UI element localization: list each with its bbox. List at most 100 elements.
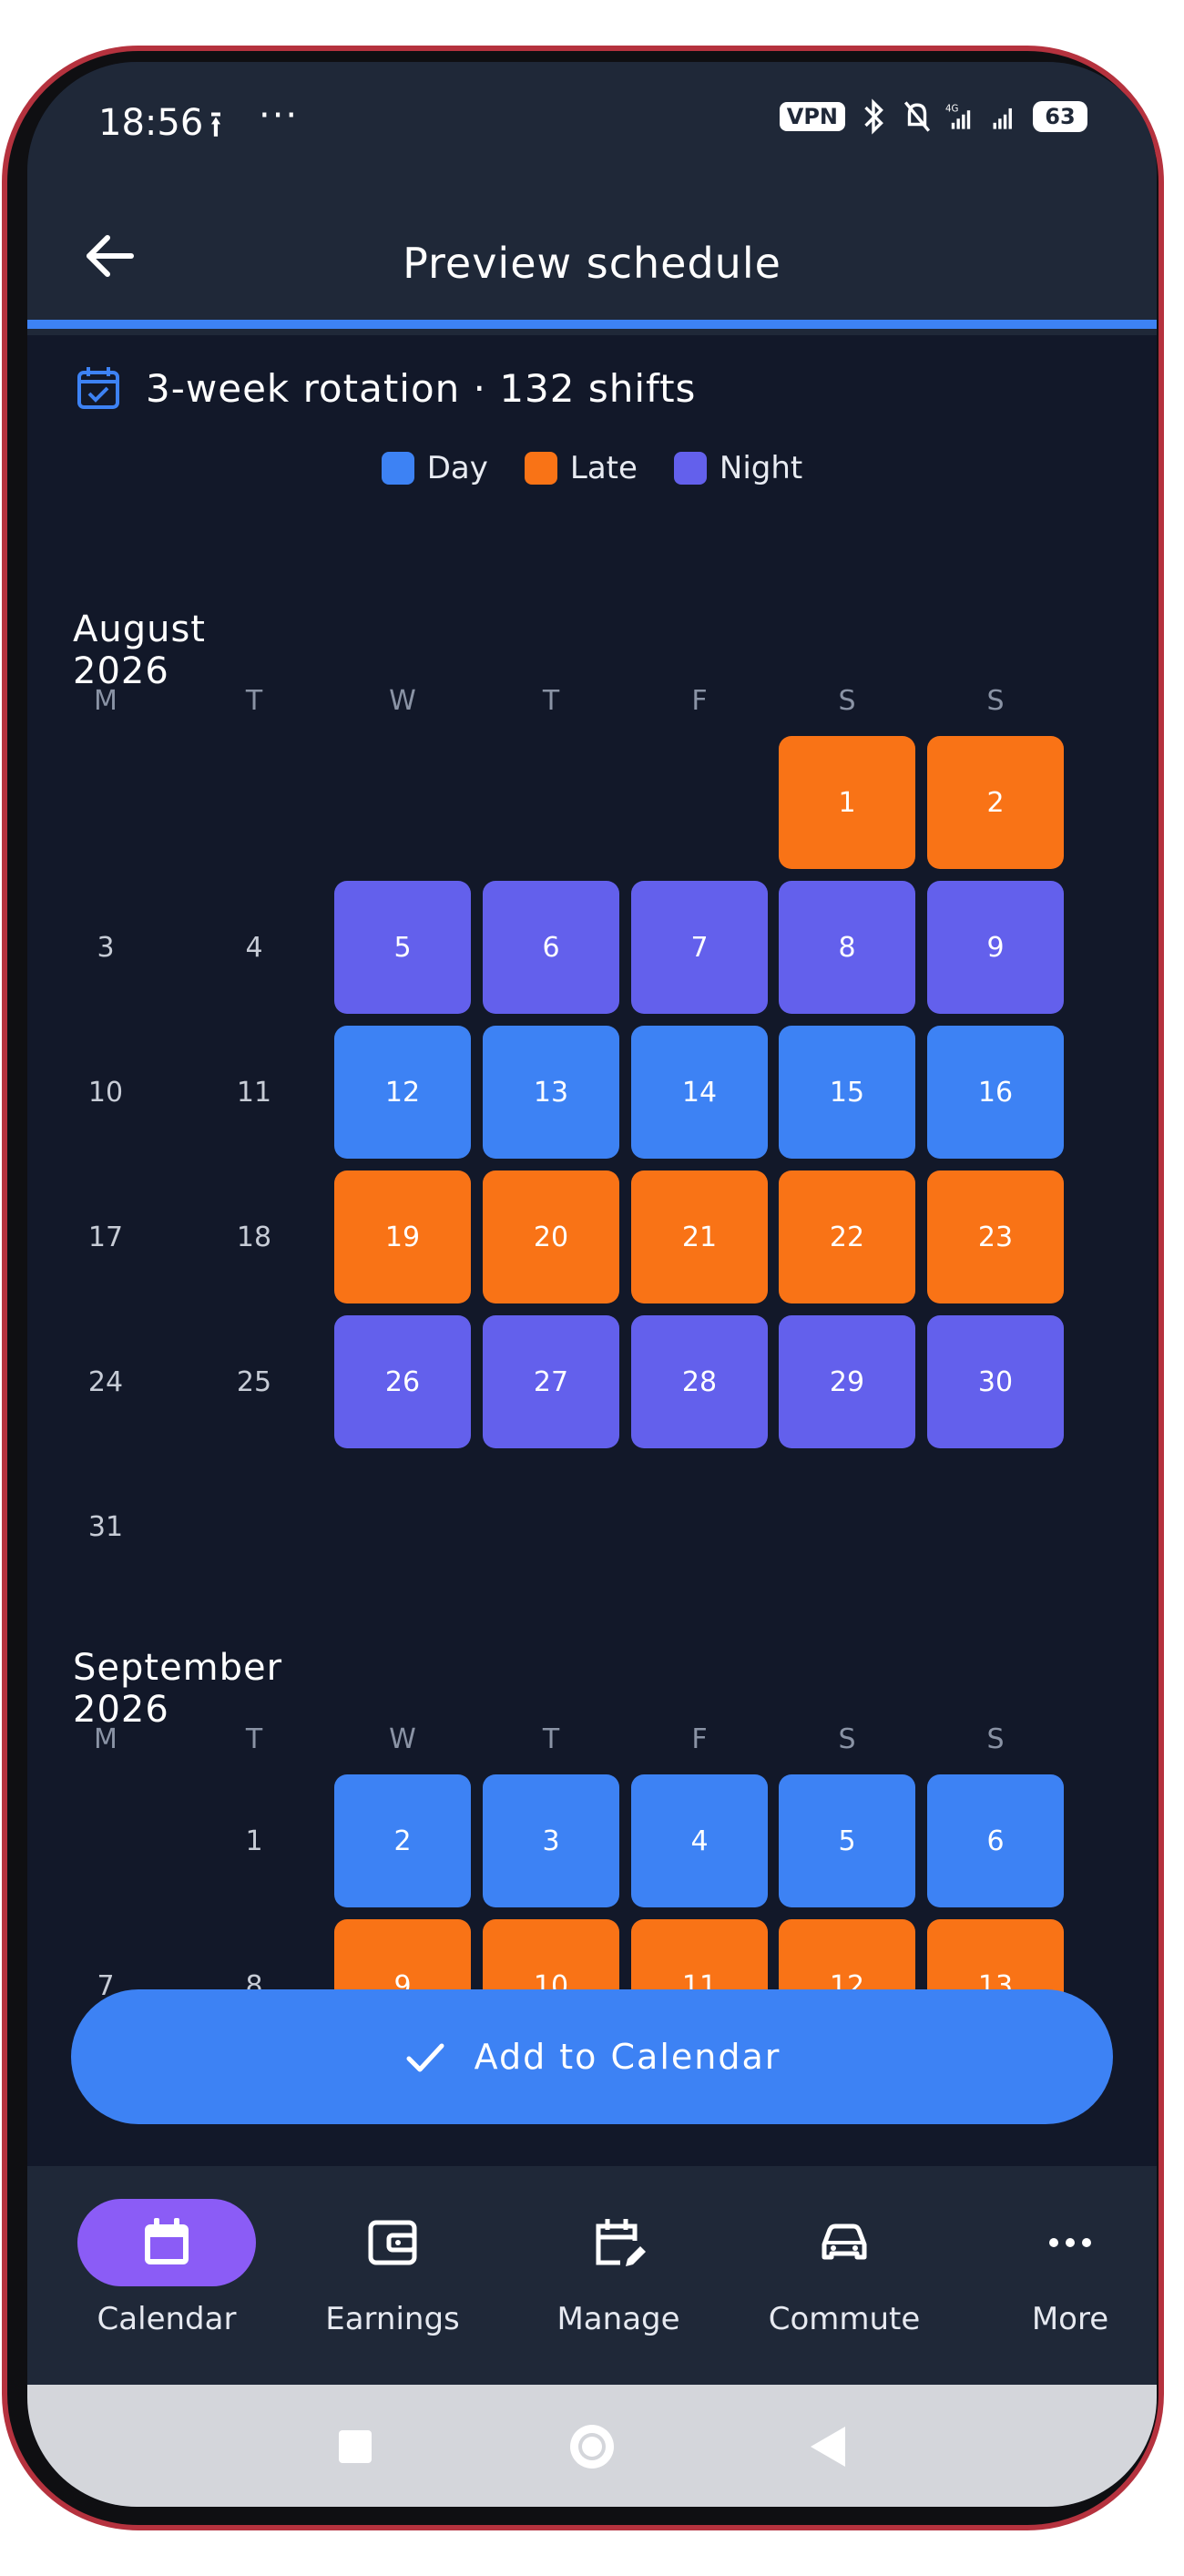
day-cell-night[interactable]: 9 bbox=[927, 881, 1064, 1014]
nav-icon-wrap bbox=[529, 2199, 708, 2286]
legend-swatch-day bbox=[381, 452, 414, 485]
legend-swatch-late bbox=[524, 452, 557, 485]
nav-icon-wrap bbox=[303, 2199, 482, 2286]
upload-icon: ⭱ bbox=[209, 104, 222, 146]
add-to-calendar-button[interactable]: Add to Calendar bbox=[71, 1989, 1113, 2124]
day-cell-night[interactable]: 8 bbox=[779, 881, 915, 1014]
network-type: 4G bbox=[945, 104, 958, 114]
weekday-header: M bbox=[94, 685, 117, 717]
day-cell-day[interactable]: 2 bbox=[334, 1774, 471, 1907]
day-cell-late[interactable]: 22 bbox=[779, 1170, 915, 1303]
day-cell-late[interactable]: 21 bbox=[631, 1170, 768, 1303]
phone-screen: 18:56 ⭱ ··· VPN 4G 6 3 Preview schedule 3… bbox=[27, 62, 1157, 2507]
day-cell-day[interactable]: 16 bbox=[927, 1026, 1064, 1159]
day-cell-late[interactable]: 20 bbox=[483, 1170, 619, 1303]
page-title: Preview schedule bbox=[403, 239, 781, 288]
day-cell-night[interactable]: 29 bbox=[779, 1315, 915, 1448]
day-cell-late[interactable]: 9 bbox=[334, 1919, 471, 1998]
day-cell-day[interactable]: 13 bbox=[483, 1026, 619, 1159]
check-icon bbox=[406, 2043, 444, 2072]
day-cell-night[interactable]: 28 bbox=[631, 1315, 768, 1448]
month-title: August 2026 bbox=[73, 608, 206, 692]
day-cell-day[interactable]: 5 bbox=[779, 1774, 915, 1907]
weekday-header: F bbox=[691, 1723, 708, 1755]
day-cell-late[interactable]: 11 bbox=[631, 1919, 768, 1998]
nav-icon-wrap bbox=[981, 2199, 1157, 2286]
nav-label-more: More bbox=[1031, 2301, 1109, 2337]
rotation-summary-text: 3-week rotation · 132 shifts bbox=[146, 365, 697, 411]
weekday-header: F bbox=[691, 685, 708, 717]
app-bar: Preview schedule bbox=[27, 180, 1157, 335]
back-triangle-icon[interactable] bbox=[801, 2419, 856, 2474]
day-cell-night[interactable]: 6 bbox=[483, 881, 619, 1014]
nav-calendar[interactable]: Calendar bbox=[62, 2199, 271, 2354]
day-cell[interactable]: 7 bbox=[37, 1919, 174, 1999]
day-cell[interactable]: 18 bbox=[186, 1170, 322, 1303]
day-cell-late[interactable]: 19 bbox=[334, 1170, 471, 1303]
accent-divider bbox=[27, 320, 1157, 329]
day-cell-late[interactable]: 2 bbox=[927, 736, 1064, 869]
nav-manage[interactable]: Manage bbox=[514, 2199, 723, 2354]
wallet-icon bbox=[368, 2220, 417, 2265]
legend-item-night: Night bbox=[673, 450, 803, 486]
day-cell-night[interactable]: 5 bbox=[334, 881, 471, 1014]
day-cell[interactable]: 24 bbox=[37, 1315, 174, 1448]
day-cell-day[interactable]: 14 bbox=[631, 1026, 768, 1159]
more-icon bbox=[1049, 2238, 1091, 2247]
day-cell[interactable]: 8 bbox=[186, 1919, 322, 1999]
day-cell[interactable]: 10 bbox=[37, 1026, 174, 1159]
day-cell-late[interactable]: 1 bbox=[779, 736, 915, 869]
nav-commute[interactable]: Commute bbox=[740, 2199, 949, 2354]
bottom-nav: Calendar Earnings Manage Commute More bbox=[27, 2166, 1157, 2385]
weekday-header: W bbox=[389, 1723, 416, 1755]
day-cell[interactable]: 11 bbox=[186, 1026, 322, 1159]
day-cell[interactable]: 17 bbox=[37, 1170, 174, 1303]
nav-earnings[interactable]: Earnings bbox=[288, 2199, 497, 2354]
weekday-header: S bbox=[986, 1723, 1005, 1755]
month-september-viewport: September 2026 M T W T F S S 1 2 3 4 5 6 7 8 9 10 11 12 13 bbox=[27, 1610, 1157, 1998]
day-cell-late[interactable]: 23 bbox=[927, 1170, 1064, 1303]
day-cell-night[interactable]: 7 bbox=[631, 881, 768, 1014]
bell-off-icon bbox=[903, 101, 931, 132]
home-icon[interactable] bbox=[565, 2419, 619, 2474]
nav-label-calendar: Calendar bbox=[97, 2301, 237, 2337]
legend-label-night: Night bbox=[719, 450, 803, 486]
vpn-badge: VPN bbox=[779, 102, 845, 131]
legend-item-late: Late bbox=[524, 450, 638, 486]
month-title: September 2026 bbox=[73, 1647, 283, 1731]
day-cell-night[interactable]: 27 bbox=[483, 1315, 619, 1448]
day-cell-day[interactable]: 12 bbox=[334, 1026, 471, 1159]
day-cell-day[interactable]: 3 bbox=[483, 1774, 619, 1907]
day-cell-night[interactable]: 26 bbox=[334, 1315, 471, 1448]
day-cell[interactable]: 25 bbox=[186, 1315, 322, 1448]
weekday-header: S bbox=[838, 685, 856, 717]
day-cell-night[interactable]: 30 bbox=[927, 1315, 1064, 1448]
day-cell[interactable]: 3 bbox=[37, 881, 174, 1014]
weekday-header: S bbox=[838, 1723, 856, 1755]
weekday-header: W bbox=[389, 685, 416, 717]
nav-icon-wrap bbox=[755, 2199, 934, 2286]
day-cell-day[interactable]: 6 bbox=[927, 1774, 1064, 1907]
nav-label-earnings: Earnings bbox=[325, 2301, 460, 2337]
status-time: 18:56 bbox=[98, 102, 204, 144]
weekday-header: T bbox=[542, 1723, 560, 1755]
bluetooth-icon bbox=[864, 98, 883, 135]
day-cell-day[interactable]: 4 bbox=[631, 1774, 768, 1907]
nav-label-manage: Manage bbox=[556, 2301, 680, 2337]
day-cell-day[interactable]: 15 bbox=[779, 1026, 915, 1159]
day-cell-late[interactable]: 13 bbox=[927, 1919, 1064, 1998]
legend-label-late: Late bbox=[569, 450, 638, 486]
calendar-icon bbox=[145, 2218, 189, 2264]
day-cell[interactable]: 4 bbox=[186, 881, 322, 1014]
system-nav-bar bbox=[27, 2385, 1157, 2507]
status-more-icon: ··· bbox=[259, 95, 300, 137]
legend-swatch-night bbox=[673, 452, 707, 485]
nav-active-indicator bbox=[77, 2199, 256, 2286]
nav-more[interactable]: More bbox=[965, 2199, 1157, 2354]
day-cell-late[interactable]: 10 bbox=[483, 1919, 619, 1998]
day-cell[interactable]: 31 bbox=[37, 1460, 174, 1593]
recents-icon[interactable] bbox=[328, 2419, 383, 2474]
weekday-header: S bbox=[986, 685, 1005, 717]
day-cell-late[interactable]: 12 bbox=[779, 1919, 915, 1998]
day-cell[interactable]: 1 bbox=[186, 1774, 322, 1907]
